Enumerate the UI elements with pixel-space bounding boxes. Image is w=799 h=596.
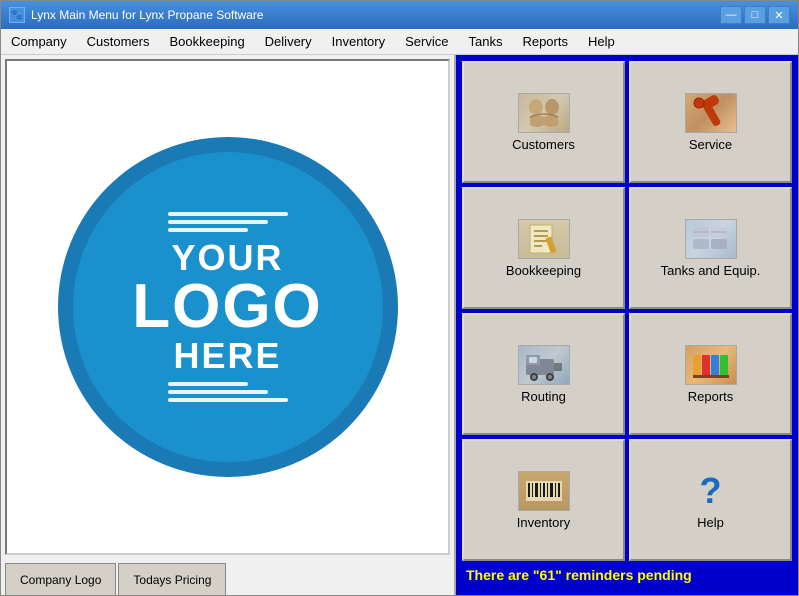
app-icon: 🐾: [9, 7, 25, 23]
service-label: Service: [689, 137, 732, 152]
routing-label: Routing: [521, 389, 566, 404]
title-bar-left: 🐾 Lynx Main Menu for Lynx Propane Softwa…: [9, 7, 264, 23]
help-button[interactable]: ? Help: [629, 439, 792, 561]
content-area: YOUR LOGO HERE Company Logo: [1, 55, 798, 595]
service-button[interactable]: Service: [629, 61, 792, 183]
menu-reports[interactable]: Reports: [512, 29, 578, 54]
bookkeeping-icon: [518, 219, 570, 259]
tanks-label: Tanks and Equip.: [661, 263, 761, 278]
menu-bar: Company Customers Bookkeeping Delivery I…: [1, 29, 798, 55]
menu-service[interactable]: Service: [395, 29, 458, 54]
right-panel: Customers Service: [456, 55, 798, 595]
menu-bookkeeping[interactable]: Bookkeeping: [160, 29, 255, 54]
logo-circle-outer: YOUR LOGO HERE: [58, 137, 398, 477]
minimize-button[interactable]: —: [720, 6, 742, 24]
inventory-label: Inventory: [517, 515, 570, 530]
menu-tanks[interactable]: Tanks: [458, 29, 512, 54]
reports-icon: [685, 345, 737, 385]
service-icon: [685, 93, 737, 133]
todays-pricing-tab[interactable]: Todays Pricing: [118, 563, 226, 595]
menu-delivery[interactable]: Delivery: [255, 29, 322, 54]
logo-line-1: [168, 212, 288, 216]
window-title: Lynx Main Menu for Lynx Propane Software: [31, 8, 264, 22]
logo-circle-inner: YOUR LOGO HERE: [73, 152, 383, 462]
routing-icon: [518, 345, 570, 385]
help-label: Help: [697, 515, 724, 530]
logo-text-logo: LOGO: [132, 276, 323, 338]
bookkeeping-button[interactable]: Bookkeeping: [462, 187, 625, 309]
logo-bottom-tabs: Company Logo Todays Pricing: [1, 559, 454, 595]
routing-button[interactable]: Routing: [462, 313, 625, 435]
customers-label: Customers: [512, 137, 575, 152]
logo-top-lines: [168, 212, 288, 232]
main-window: 🐾 Lynx Main Menu for Lynx Propane Softwa…: [0, 0, 799, 596]
logo-panel: YOUR LOGO HERE Company Logo: [1, 55, 456, 595]
menu-help[interactable]: Help: [578, 29, 625, 54]
title-bar-controls: — □ ✕: [720, 6, 790, 24]
reminders-bar: There are "61" reminders pending: [462, 561, 792, 589]
logo-line-2: [168, 220, 268, 224]
maximize-button[interactable]: □: [744, 6, 766, 24]
menu-customers[interactable]: Customers: [77, 29, 160, 54]
company-logo-tab[interactable]: Company Logo: [5, 563, 116, 595]
logo-line-6: [168, 398, 288, 402]
logo-bottom-lines: [168, 382, 288, 402]
logo-line-4: [168, 382, 248, 386]
grid-buttons: Customers Service: [462, 61, 792, 561]
reports-label: Reports: [688, 389, 734, 404]
logo-line-3: [168, 228, 248, 232]
customers-button[interactable]: Customers: [462, 61, 625, 183]
tanks-icon: [685, 219, 737, 259]
logo-text-here: HERE: [173, 338, 281, 374]
help-icon: ?: [687, 471, 735, 511]
logo-line-5: [168, 390, 268, 394]
tanks-button[interactable]: Tanks and Equip.: [629, 187, 792, 309]
bookkeeping-label: Bookkeeping: [506, 263, 581, 278]
menu-company[interactable]: Company: [1, 29, 77, 54]
customers-icon: [518, 93, 570, 133]
logo-container: YOUR LOGO HERE: [5, 59, 450, 555]
reminders-text: There are "61" reminders pending: [466, 567, 692, 583]
inventory-icon: [518, 471, 570, 511]
logo-text-your: YOUR: [171, 240, 283, 276]
menu-inventory[interactable]: Inventory: [322, 29, 395, 54]
close-button[interactable]: ✕: [768, 6, 790, 24]
title-bar: 🐾 Lynx Main Menu for Lynx Propane Softwa…: [1, 1, 798, 29]
reports-button[interactable]: Reports: [629, 313, 792, 435]
inventory-button[interactable]: Inventory: [462, 439, 625, 561]
